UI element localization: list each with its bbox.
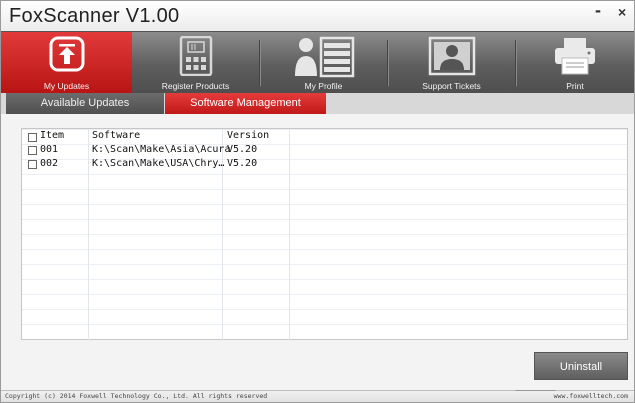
sub-tab-bar: Available Updates Software Management bbox=[1, 93, 634, 114]
row-checkbox[interactable] bbox=[28, 160, 37, 169]
copyright-text: Copyright (c) 2014 Foxwell Technology Co… bbox=[5, 392, 268, 400]
nav-print[interactable]: Print bbox=[516, 32, 634, 94]
column-divider bbox=[289, 129, 290, 341]
website-link[interactable]: www.foxwelltech.com bbox=[554, 392, 628, 400]
column-header-item: Item bbox=[40, 130, 65, 141]
nav-label: Print bbox=[566, 81, 584, 91]
nav-label: My Profile bbox=[304, 81, 343, 91]
register-calculator-icon bbox=[179, 36, 212, 76]
upload-arrow-icon bbox=[49, 36, 84, 72]
uninstall-button[interactable]: Uninstall bbox=[534, 352, 628, 380]
row-software-path: K:\Scan\Make\USA\Chry… bbox=[92, 158, 225, 169]
nav-label: Register Products bbox=[161, 81, 230, 91]
row-version: V5.20 bbox=[227, 144, 258, 155]
tab-available-updates[interactable]: Available Updates bbox=[6, 93, 164, 114]
column-header-version: Version bbox=[227, 130, 270, 141]
main-nav: My Updates Register Products My Profile … bbox=[1, 31, 634, 94]
row-item-number: 002 bbox=[40, 158, 59, 169]
row-checkbox[interactable] bbox=[28, 146, 37, 155]
nav-support-tickets[interactable]: Support Tickets bbox=[388, 32, 515, 94]
row-software-path: K:\Scan\Make\Asia\Acura bbox=[92, 144, 231, 155]
nav-my-updates[interactable]: My Updates bbox=[1, 32, 132, 94]
profile-icon bbox=[294, 36, 354, 78]
status-bar: Copyright (c) 2014 Foxwell Technology Co… bbox=[1, 390, 634, 402]
content-area: Item Software Version 001 K:\Scan\Make\A… bbox=[1, 114, 634, 390]
nav-my-profile[interactable]: My Profile bbox=[260, 32, 387, 94]
nav-register-products[interactable]: Register Products bbox=[132, 32, 259, 94]
column-divider bbox=[88, 129, 89, 341]
row-version: V5.20 bbox=[227, 158, 258, 169]
close-button[interactable]: × bbox=[618, 4, 626, 20]
support-person-icon bbox=[428, 36, 475, 76]
nav-label: Support Tickets bbox=[422, 81, 481, 91]
app-window: FoxScanner V1.00 - × My Updates Register… bbox=[0, 0, 635, 403]
app-title: FoxScanner V1.00 bbox=[9, 5, 180, 27]
column-header-software: Software bbox=[92, 130, 141, 141]
status-divider bbox=[495, 390, 557, 402]
select-all-checkbox[interactable] bbox=[28, 133, 37, 142]
minimize-button[interactable]: - bbox=[595, 0, 601, 21]
tab-software-management[interactable]: Software Management bbox=[165, 93, 326, 114]
software-table: Item Software Version 001 K:\Scan\Make\A… bbox=[21, 128, 628, 341]
nav-label: My Updates bbox=[43, 81, 90, 91]
row-item-number: 001 bbox=[40, 144, 59, 155]
title-bar: FoxScanner V1.00 - × bbox=[1, 0, 634, 31]
printer-icon bbox=[555, 38, 595, 75]
